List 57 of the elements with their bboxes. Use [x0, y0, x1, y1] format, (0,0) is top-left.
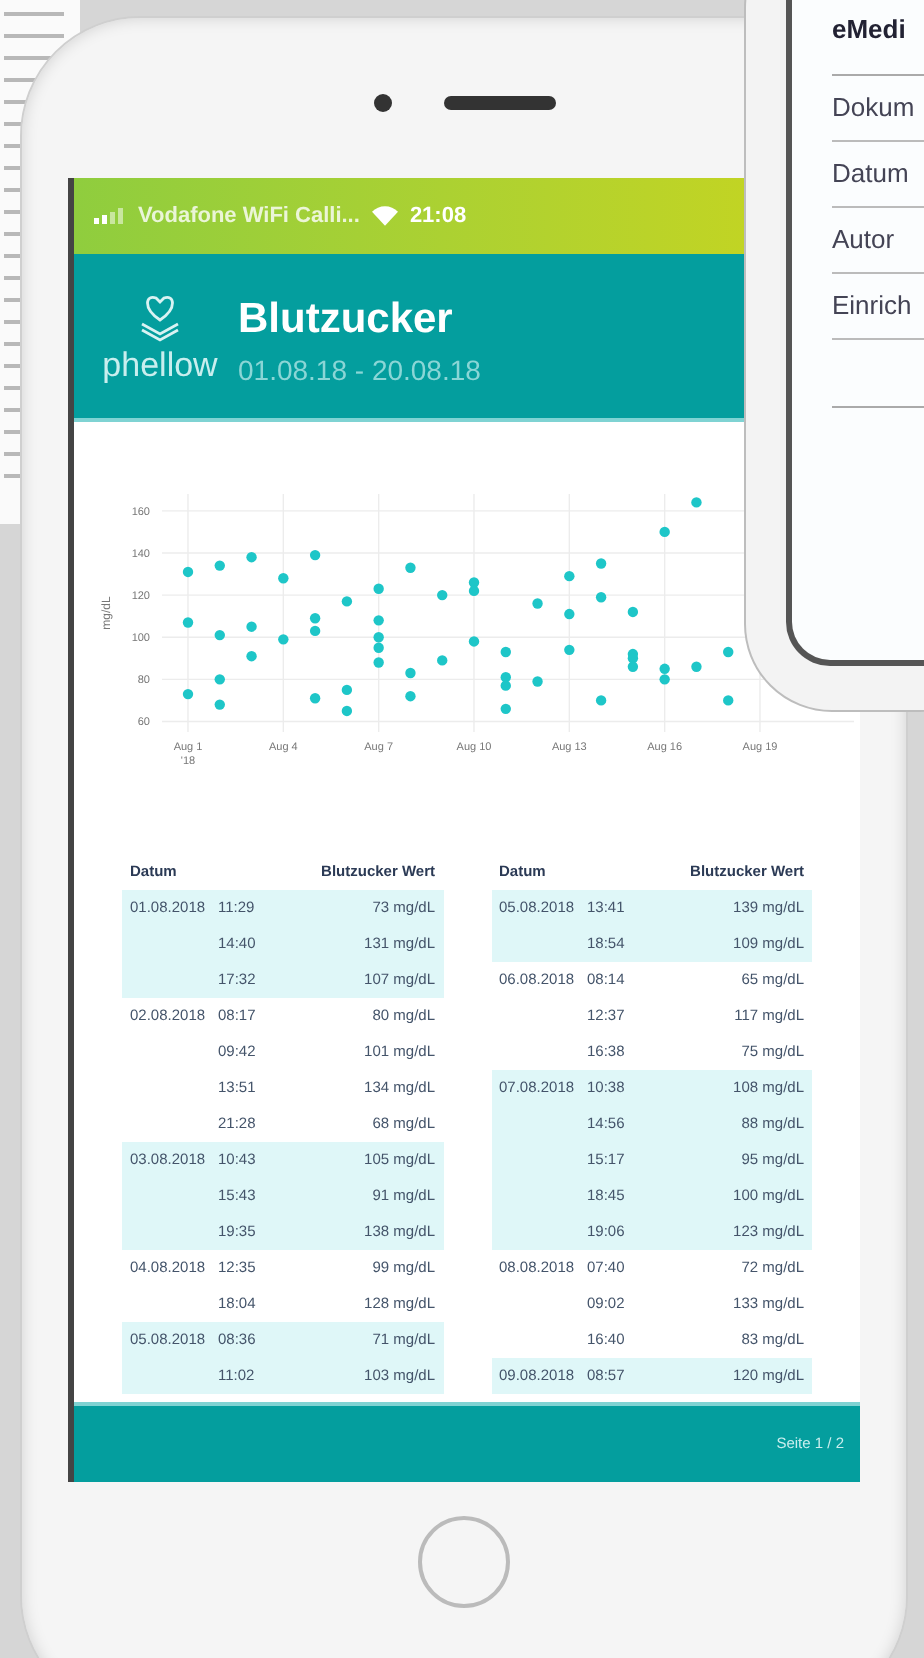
data-point — [437, 589, 448, 601]
data-point — [595, 592, 607, 603]
data-point — [468, 636, 480, 647]
field-label: Datum — [832, 155, 909, 192]
data-point — [182, 617, 194, 628]
data-point — [278, 634, 289, 645]
data-point — [182, 688, 194, 700]
data-point — [564, 608, 575, 620]
data-point — [309, 549, 321, 561]
carrier-name: Vodafone WiFi Calli... — [138, 201, 360, 232]
data-point — [723, 695, 734, 706]
report-title: Blutzucker — [238, 297, 455, 339]
data-point — [405, 667, 416, 679]
data-point — [214, 699, 225, 710]
data-point — [627, 606, 639, 618]
field-label: Dokum — [832, 89, 915, 126]
data-point — [373, 583, 384, 594]
data-point — [341, 705, 353, 717]
data-point — [373, 657, 384, 668]
data-point — [691, 497, 702, 508]
brand-name: phellow — [102, 347, 218, 381]
speaker-grille — [443, 95, 555, 109]
data-point — [278, 573, 289, 584]
data-point — [659, 526, 670, 538]
data-point — [532, 676, 543, 687]
data-point — [437, 655, 448, 666]
date-range: 01.08.18 - 20.08.18 — [238, 355, 481, 383]
data-point — [595, 558, 607, 569]
clock-time: 21:08 — [409, 201, 467, 232]
wifi-icon — [371, 206, 398, 226]
signal-icon — [94, 208, 126, 224]
data-point — [214, 629, 225, 641]
document-title: eMedi — [832, 12, 908, 48]
data-point — [246, 621, 257, 632]
data-point — [246, 651, 257, 662]
data-point — [564, 644, 575, 656]
data-point — [341, 596, 353, 607]
data-point — [564, 570, 575, 582]
field-label: Autor — [832, 221, 895, 258]
data-point — [405, 691, 416, 702]
data-point — [373, 615, 384, 626]
data-point — [500, 703, 511, 715]
data-point — [405, 562, 416, 573]
data-point — [691, 661, 702, 672]
data-point — [182, 566, 194, 578]
data-point — [214, 560, 225, 571]
home-button[interactable] — [418, 1516, 510, 1608]
data-point — [500, 646, 511, 658]
data-point — [723, 646, 734, 658]
data-point — [309, 693, 321, 704]
data-point — [595, 695, 607, 706]
camera-icon — [373, 93, 391, 111]
data-point — [214, 674, 225, 685]
data-point — [246, 552, 257, 563]
data-point — [532, 598, 543, 609]
field-label: Einrich — [832, 287, 912, 324]
data-point — [341, 684, 353, 696]
